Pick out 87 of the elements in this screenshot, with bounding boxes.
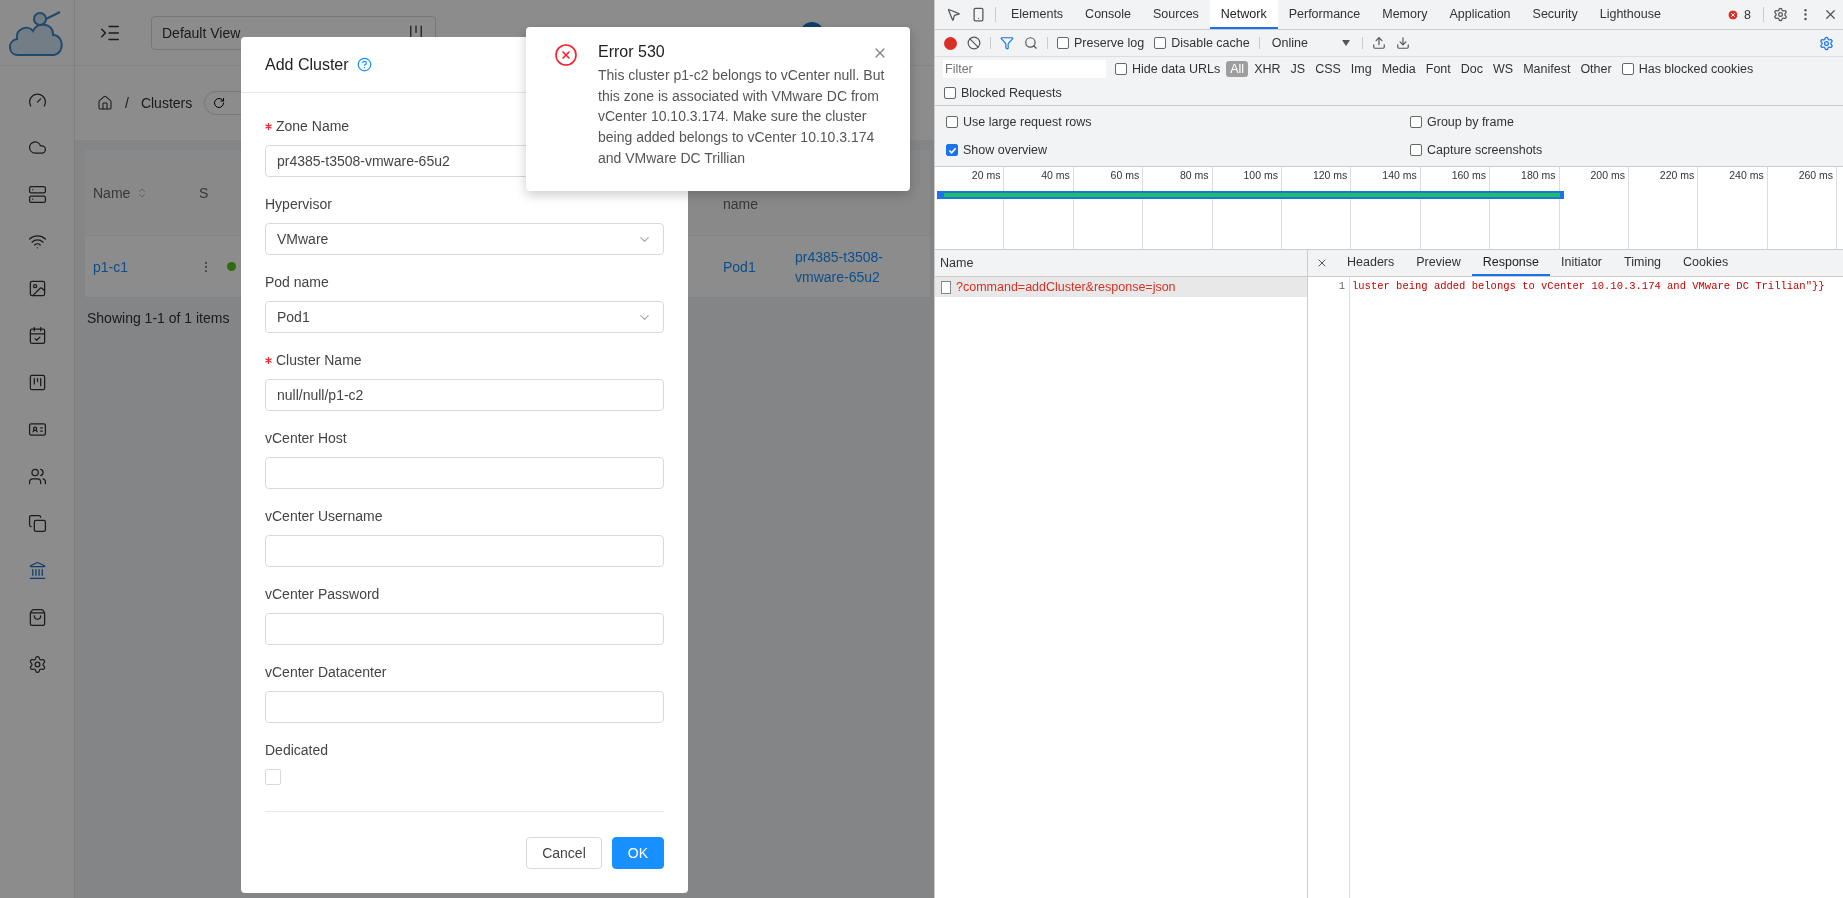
- time-tick: 240 ms: [1729, 169, 1764, 181]
- time-tick: 200 ms: [1590, 169, 1625, 181]
- checkbox[interactable]: Hide data URLs: [1110, 62, 1226, 76]
- checkbox[interactable]: Has blocked cookies: [1616, 62, 1759, 76]
- throttling-select[interactable]: Online: [1263, 30, 1358, 56]
- field-label: Zone Name: [276, 117, 350, 136]
- field-label: Hypervisor: [265, 195, 332, 214]
- field-label: vCenter Password: [265, 585, 380, 604]
- required-icon: [265, 356, 272, 364]
- checkbox[interactable]: Use large request rows: [941, 115, 1097, 129]
- devtools-tab[interactable]: Lighthouse: [1588, 0, 1672, 29]
- text-field[interactable]: [265, 457, 664, 489]
- dialog-title: Add Cluster: [265, 55, 349, 74]
- select-field[interactable]: Pod1: [265, 301, 664, 333]
- checkbox[interactable]: Group by frame: [1405, 115, 1519, 129]
- time-tick: 100 ms: [1243, 169, 1278, 181]
- error-count[interactable]: 8: [1744, 7, 1751, 22]
- checkbox[interactable]: Show overview: [941, 143, 1053, 157]
- cancel-button[interactable]: Cancel: [526, 837, 602, 869]
- type-filter[interactable]: Manifest: [1519, 61, 1575, 77]
- type-filter[interactable]: XHR: [1250, 61, 1285, 77]
- detail-tab[interactable]: Headers: [1336, 250, 1406, 276]
- column-header: Name: [940, 256, 974, 270]
- devtools-tab[interactable]: Application: [1438, 0, 1522, 29]
- text-field[interactable]: [265, 535, 664, 567]
- check-icon: [947, 145, 957, 155]
- devtools-tab[interactable]: Memory: [1371, 0, 1439, 29]
- checkbox[interactable]: Capture screenshots: [1405, 143, 1548, 157]
- time-tick: 20 ms: [971, 169, 1001, 181]
- required-icon: [265, 122, 272, 130]
- devtools-tab[interactable]: Sources: [1142, 0, 1210, 29]
- type-filter[interactable]: WS: [1489, 61, 1518, 77]
- type-filter[interactable]: JS: [1286, 61, 1310, 77]
- type-filter[interactable]: Media: [1377, 61, 1420, 77]
- checkbox[interactable]: Preserve log: [1052, 30, 1150, 56]
- detail-tab[interactable]: Response: [1471, 250, 1550, 276]
- notification-title: Error 530: [598, 43, 665, 61]
- devtools-tab[interactable]: Network: [1209, 0, 1278, 29]
- refresh-icon: [213, 97, 226, 109]
- type-filter[interactable]: CSS: [1311, 61, 1345, 77]
- line-number: 1: [1308, 277, 1350, 898]
- field-label: Dedicated: [265, 741, 329, 760]
- help-icon[interactable]: [356, 57, 372, 72]
- detail-tab[interactable]: Initiator: [1550, 250, 1613, 276]
- status-dot: [227, 262, 236, 271]
- response-text: luster being added belongs to vCenter 10.10.3.174 and VMware DC Trillian"}}: [1351, 279, 1825, 294]
- field-label: Cluster Name: [276, 351, 362, 370]
- time-tick: 140 ms: [1382, 169, 1417, 181]
- time-tick: 160 ms: [1451, 169, 1487, 181]
- error-icon: [554, 43, 578, 67]
- time-tick: 40 ms: [1041, 169, 1070, 181]
- detail-tab[interactable]: Timing: [1613, 250, 1673, 276]
- field-label: vCenter Host: [265, 429, 347, 448]
- dropdown-icon: [1341, 40, 1350, 46]
- error-icon: [1727, 8, 1740, 21]
- text-field[interactable]: [265, 691, 664, 723]
- detail-tab[interactable]: Cookies: [1672, 250, 1740, 276]
- checkbox[interactable]: Disable cache: [1149, 30, 1255, 56]
- type-filter[interactable]: Font: [1421, 61, 1455, 77]
- time-tick: 260 ms: [1798, 169, 1834, 181]
- breadcrumb-separator: /: [125, 95, 129, 111]
- field-label: Pod name: [265, 273, 329, 292]
- checkbox[interactable]: [265, 769, 281, 785]
- text-field[interactable]: null/null/p1-c2: [265, 379, 664, 411]
- field-label: vCenter Datacenter: [265, 663, 387, 682]
- time-tick: 80 ms: [1179, 169, 1209, 181]
- home-icon[interactable]: [97, 95, 113, 111]
- time-tick: 180 ms: [1521, 169, 1556, 181]
- devtools-tab[interactable]: Console: [1074, 0, 1142, 29]
- field-label: vCenter Username: [265, 507, 383, 526]
- devtools-tab[interactable]: Security: [1521, 0, 1589, 29]
- pagination-text: Showing 1-1 of 1 items: [87, 310, 230, 326]
- filter-field[interactable]: Filter: [943, 60, 1106, 78]
- detail-tab[interactable]: Preview: [1405, 250, 1472, 276]
- type-filter[interactable]: Doc: [1456, 61, 1487, 77]
- time-tick: 220 ms: [1659, 169, 1695, 181]
- text-field[interactable]: [265, 613, 664, 645]
- devtools-tab[interactable]: Performance: [1277, 0, 1372, 29]
- type-filter[interactable]: Other: [1576, 61, 1616, 77]
- select-field[interactable]: VMware: [265, 223, 664, 255]
- time-tick: 120 ms: [1312, 169, 1348, 181]
- breadcrumb-item[interactable]: Clusters: [140, 95, 193, 111]
- request-row[interactable]: ?command=addCluster&response=json: [935, 277, 1307, 297]
- time-tick: 60 ms: [1110, 169, 1140, 181]
- devtools-tab[interactable]: Elements: [1000, 0, 1075, 29]
- checkbox[interactable]: Blocked Requests: [939, 86, 1067, 100]
- type-filter[interactable]: Img: [1346, 61, 1376, 77]
